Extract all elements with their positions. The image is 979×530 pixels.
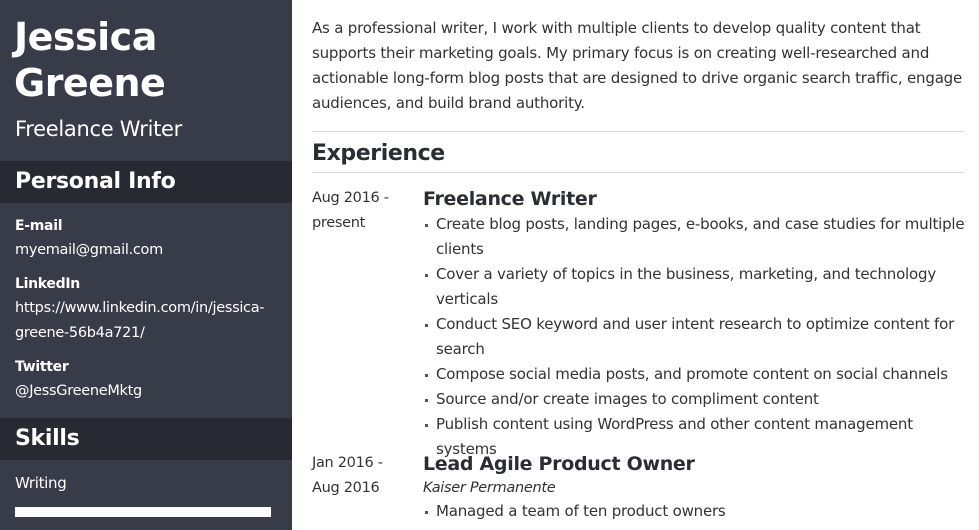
personal-info-heading: Personal Info	[15, 169, 176, 194]
job-end-date: Aug 2016	[312, 480, 380, 496]
job-bullet: Conduct SEO keyword and user intent rese…	[423, 312, 968, 362]
job-bullet: Managed a team of ten product owners	[423, 499, 968, 524]
job-end-date: present	[312, 215, 366, 231]
job-bullet-list: Create blog posts, landing pages, e-book…	[423, 212, 968, 462]
skill-level-fill	[15, 507, 271, 517]
job-start-date: Jan 2016 -	[312, 455, 383, 471]
linkedin-label: LinkedIn	[15, 276, 80, 292]
linkedin-url-line-1[interactable]: https://www.linkedin.com/in/jessica-	[15, 296, 285, 321]
twitter-label: Twitter	[15, 359, 69, 375]
profile-name: Jessica Greene	[14, 14, 166, 106]
personal-info-header: Personal Info	[0, 161, 292, 203]
skill-level-bar	[15, 507, 271, 517]
job-title: Freelance Writer	[423, 188, 597, 210]
linkedin-value[interactable]: https://www.linkedin.com/in/jessica- gre…	[15, 296, 285, 346]
job-bullet-list: Managed a team of ten product owners	[423, 499, 968, 524]
job-bullet: Source and/or create images to complimen…	[423, 387, 968, 412]
main-content: As a professional writer, I work with mu…	[312, 0, 965, 530]
job-bullet: Create blog posts, landing pages, e-book…	[423, 212, 968, 262]
job-details: Lead Agile Product Owner Kaiser Permanen…	[423, 451, 968, 524]
section-divider-bottom	[312, 172, 965, 173]
section-divider-top	[312, 131, 965, 132]
job-dates: Aug 2016 - present	[312, 186, 412, 236]
job-bullet: Compose social media posts, and promote …	[423, 362, 968, 387]
skill-label: Writing	[15, 474, 67, 492]
job-bullet: Cover a variety of topics in the busines…	[423, 262, 968, 312]
sidebar: Jessica Greene Freelance Writer Personal…	[0, 0, 292, 530]
job-title: Lead Agile Product Owner	[423, 453, 695, 475]
twitter-value[interactable]: @JessGreeneMktg	[15, 379, 285, 404]
summary-paragraph: As a professional writer, I work with mu…	[312, 19, 963, 112]
job-start-date: Aug 2016 -	[312, 190, 389, 206]
job-dates: Jan 2016 - Aug 2016	[312, 451, 412, 501]
linkedin-url-line-2[interactable]: greene-56b4a721/	[15, 321, 285, 346]
skills-heading: Skills	[15, 426, 80, 451]
profile-first-name: Jessica	[14, 15, 157, 59]
email-value[interactable]: myemail@gmail.com	[15, 238, 285, 263]
skills-header: Skills	[0, 418, 292, 460]
job-details: Freelance Writer Create blog posts, land…	[423, 186, 968, 462]
email-label: E-mail	[15, 218, 63, 234]
job-company: Kaiser Permanente	[423, 480, 556, 496]
profile-title: Freelance Writer	[15, 117, 182, 141]
experience-heading: Experience	[312, 141, 445, 166]
profile-last-name: Greene	[14, 61, 166, 105]
